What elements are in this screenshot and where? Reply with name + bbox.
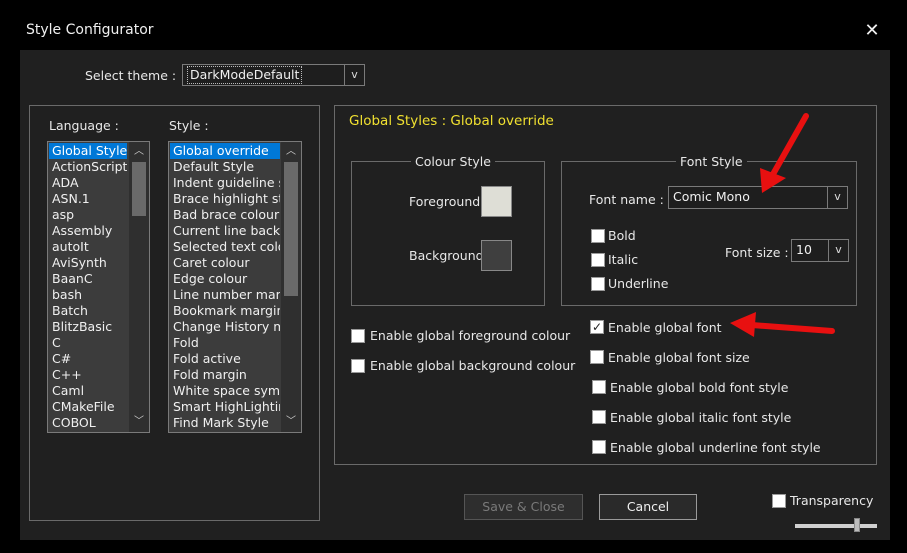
arrow-to-font-name: [760, 113, 809, 193]
arrow-to-enable-global-font: [730, 312, 835, 337]
annotation-arrows: [730, 113, 835, 337]
style-configurator-dialog: Style Configurator ✕ Select theme : Dark…: [0, 0, 907, 553]
